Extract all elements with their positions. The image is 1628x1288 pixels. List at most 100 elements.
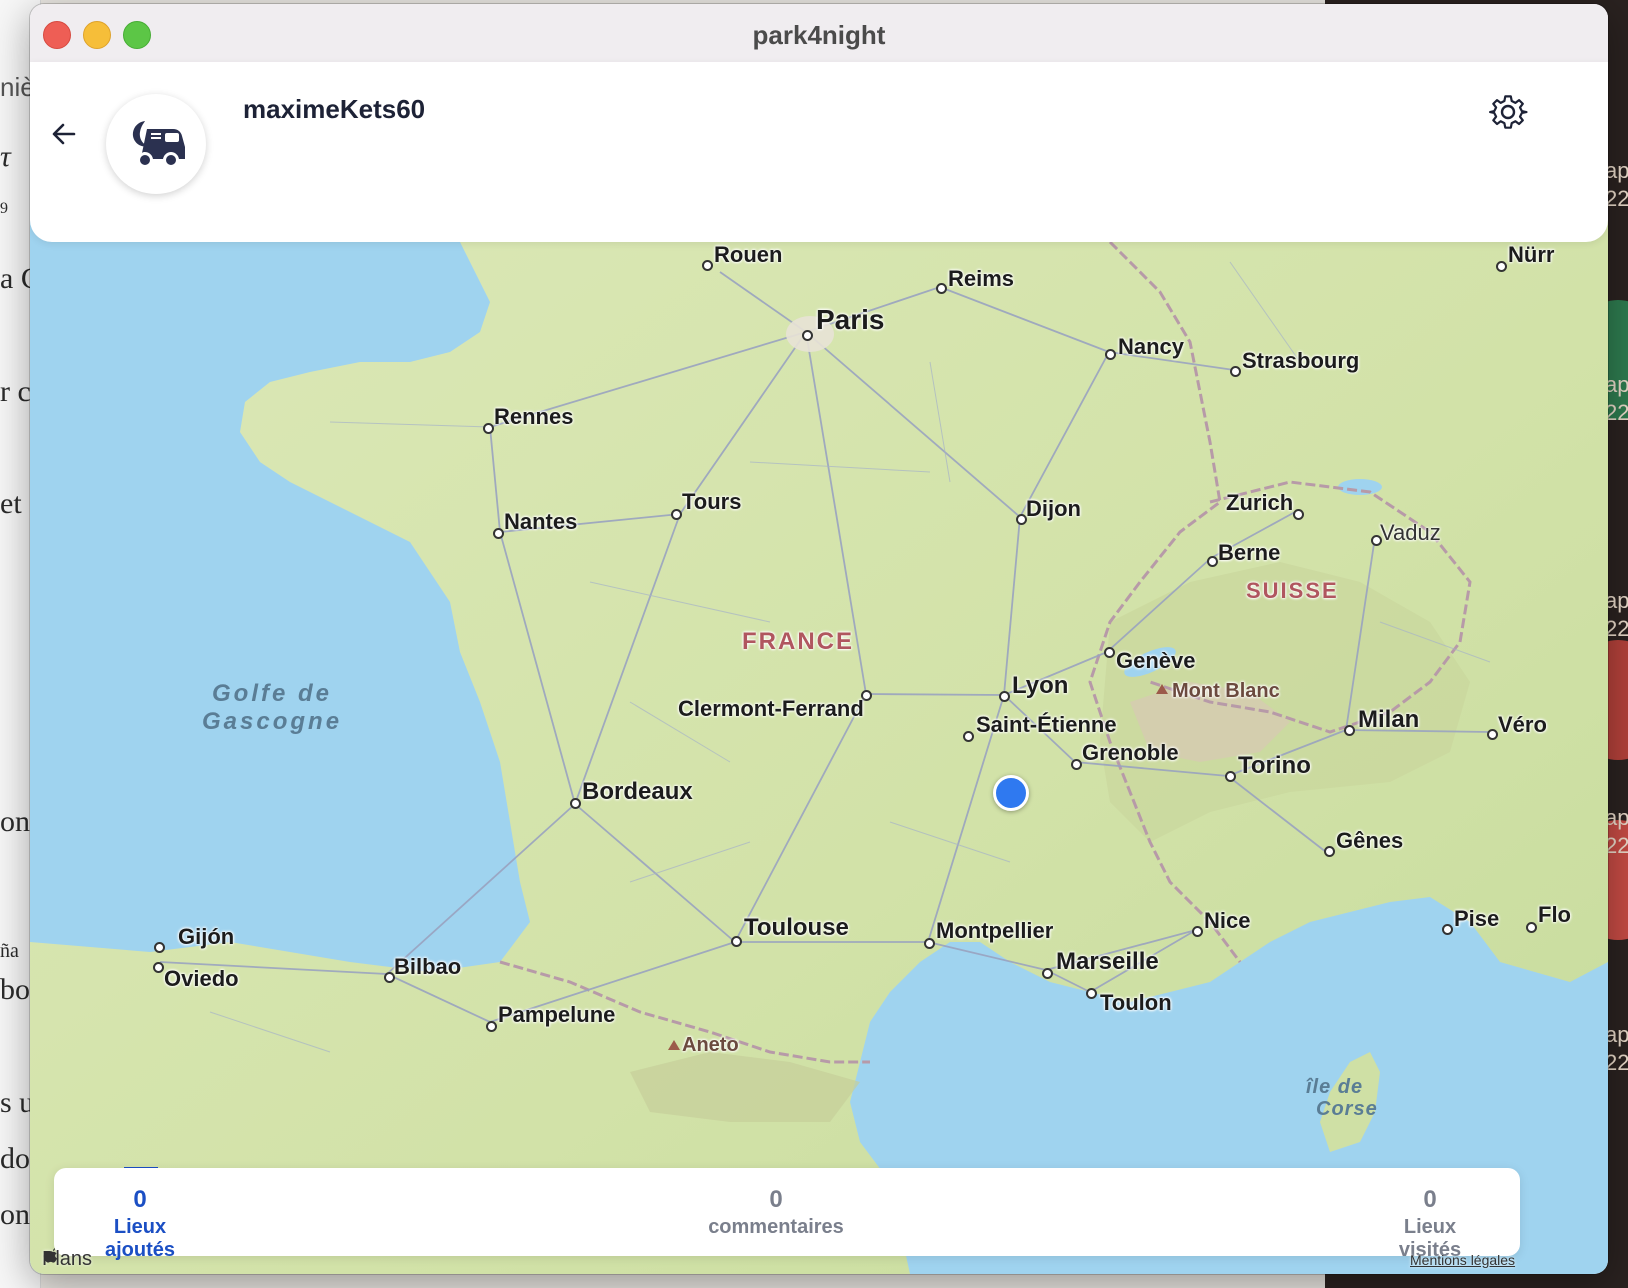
country-label: SUISSE xyxy=(1246,578,1339,603)
city-label: Véro xyxy=(1498,712,1547,737)
bg-text: 22 xyxy=(1605,400,1628,425)
city-dot xyxy=(1293,509,1304,520)
city-label: Nancy xyxy=(1118,334,1185,359)
city-label: Paris xyxy=(816,304,885,335)
bg-text: r c xyxy=(0,375,31,408)
city-label: Vaduz xyxy=(1380,520,1441,545)
bg-text: 22 xyxy=(1605,833,1628,858)
tab-lieux-ajoutes[interactable]: 0 Lieux ajoutés xyxy=(78,1186,202,1262)
city-label: Gênes xyxy=(1336,828,1404,853)
city-dot xyxy=(486,1021,497,1032)
stat-value: 0 xyxy=(1423,1186,1437,1213)
legal-link[interactable]: Mentions légales xyxy=(1410,1252,1515,1268)
city-label: Bilbao xyxy=(394,954,462,979)
city-label: Grenoble xyxy=(1082,740,1179,765)
bg-text: ap xyxy=(1605,372,1628,397)
city-dot xyxy=(153,962,164,973)
bg-text: ap xyxy=(1605,805,1628,830)
country-label: FRANCE xyxy=(742,628,854,655)
city-dot xyxy=(1207,556,1218,567)
city-label: Toulon xyxy=(1100,990,1172,1015)
city-label: Saint-Étienne xyxy=(976,712,1117,737)
bg-text: bo xyxy=(0,973,30,1006)
city-dot xyxy=(1071,759,1082,770)
bg-text: 22 xyxy=(1605,186,1628,211)
city-dot xyxy=(924,938,935,949)
apple-logo-icon xyxy=(43,1248,57,1263)
tab-commentaires[interactable]: 0 commentaires xyxy=(706,1186,846,1239)
back-arrow-icon xyxy=(52,123,76,145)
city-dot xyxy=(1104,647,1115,658)
city-label: Flo xyxy=(1538,902,1571,927)
city-dot xyxy=(999,691,1010,702)
bg-text: ña xyxy=(0,940,19,962)
tab-lieux-visites[interactable]: 0 Lieux visités xyxy=(1370,1186,1490,1262)
bg-text: ap xyxy=(1605,588,1628,613)
stats-panel: 0 Lieux ajoutés 0 commentaires 0 Lieux v… xyxy=(54,1168,1520,1261)
city-label: Pampelune xyxy=(498,1002,616,1027)
city-label: Marseille xyxy=(1056,948,1159,975)
city-dot xyxy=(1442,924,1453,935)
city-label: Milan xyxy=(1358,706,1420,733)
peak-label: Mont Blanc xyxy=(1172,680,1280,702)
city-dot xyxy=(1192,926,1203,937)
bg-text: τ xyxy=(0,140,11,173)
app-window: park4night Rouen Reims Paris Nancy Stras… xyxy=(30,4,1608,1274)
map-view[interactable]: Rouen Reims Paris Nancy Strasbourg Renne… xyxy=(30,62,1608,1274)
stat-label: commentaires xyxy=(708,1216,844,1238)
title-bar[interactable]: park4night xyxy=(30,4,1608,63)
city-dot xyxy=(802,330,813,341)
city-label: Toulouse xyxy=(744,914,849,941)
city-label: Dijon xyxy=(1026,496,1081,521)
city-label: Gijón xyxy=(178,924,235,949)
city-dot xyxy=(1086,988,1097,999)
city-label: Zurich xyxy=(1226,490,1294,515)
bg-text: 22 xyxy=(1605,1050,1628,1075)
back-button[interactable] xyxy=(48,118,80,150)
island-label: île de xyxy=(1306,1076,1364,1098)
city-dot xyxy=(936,283,947,294)
mountain-peak-icon xyxy=(668,1040,680,1050)
bg-text: ap xyxy=(1605,1022,1628,1047)
city-dot xyxy=(1225,771,1236,782)
city-label: Montpellier xyxy=(936,918,1054,943)
sea-label: Golfe de xyxy=(212,680,333,707)
stat-value: 0 xyxy=(133,1186,147,1213)
city-label: Reims xyxy=(948,266,1015,291)
city-dot xyxy=(483,423,494,434)
map-base xyxy=(30,62,1608,1274)
city-label: Nürr xyxy=(1508,242,1555,267)
city-label: Bordeaux xyxy=(582,778,693,805)
city-dot xyxy=(1344,725,1355,736)
username: maximeKets60 xyxy=(243,94,426,124)
stat-label: Lieux ajoutés xyxy=(104,1216,176,1261)
city-label: Genève xyxy=(1116,648,1196,673)
bg-text: 22 xyxy=(1605,616,1628,641)
city-label: Rennes xyxy=(494,404,574,429)
city-dot xyxy=(702,260,713,271)
settings-button[interactable] xyxy=(1488,92,1528,132)
city-dot xyxy=(671,509,682,520)
city-label: Nantes xyxy=(504,509,578,534)
city-label: Torino xyxy=(1238,752,1311,779)
city-label: Rouen xyxy=(714,242,783,267)
city-label: Tours xyxy=(682,489,742,514)
bg-text: on xyxy=(0,1198,30,1231)
city-dot xyxy=(1496,261,1507,272)
city-dot xyxy=(1487,729,1498,740)
city-dot xyxy=(1105,349,1116,360)
bg-text: do xyxy=(0,1142,30,1175)
city-dot xyxy=(1324,846,1335,857)
city-label: Clermont-Ferrand xyxy=(678,696,864,721)
city-label: Lyon xyxy=(1012,672,1069,699)
bg-text: et xyxy=(0,487,22,520)
city-dot xyxy=(963,731,974,742)
bg-text: 9 xyxy=(0,200,8,217)
city-dot xyxy=(1042,968,1053,979)
current-location-marker[interactable] xyxy=(993,775,1029,811)
city-dot xyxy=(154,942,165,953)
avatar[interactable] xyxy=(106,94,206,194)
city-dot xyxy=(731,936,742,947)
gear-icon xyxy=(1489,95,1528,129)
stat-value: 0 xyxy=(769,1186,783,1213)
